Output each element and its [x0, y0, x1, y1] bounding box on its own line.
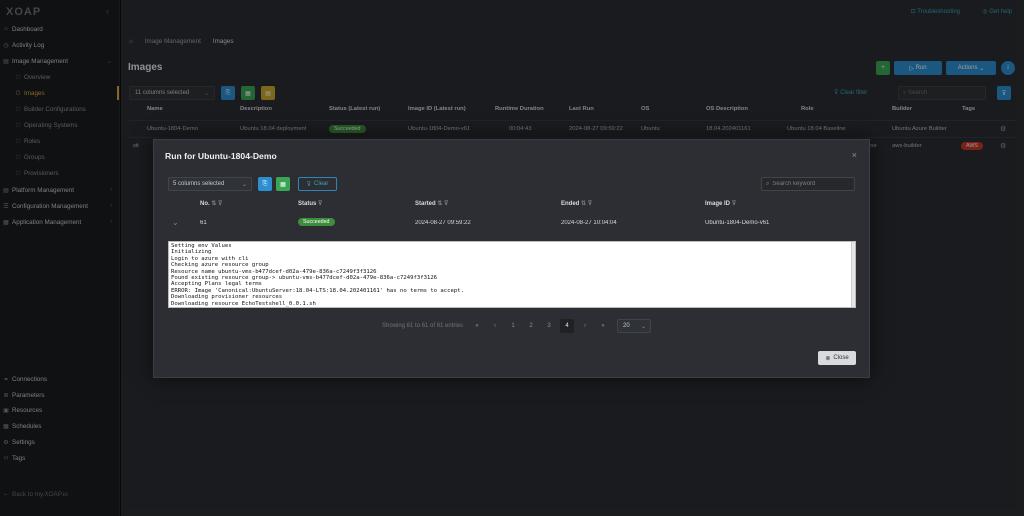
- cell-ended: 2024-08-27 10:04:04: [561, 220, 617, 226]
- modal-export-button[interactable]: ⎘: [258, 177, 272, 191]
- chevron-down-icon: ⌄: [640, 323, 646, 330]
- next-page-button[interactable]: ›: [578, 319, 592, 333]
- last-page-button[interactable]: »: [596, 319, 610, 333]
- log-text: Setting env Values Initializing Login to…: [171, 243, 464, 307]
- run-log-output[interactable]: Setting env Values Initializing Login to…: [168, 241, 856, 308]
- pagination-summary: Showing 61 to 61 of 61 entries: [382, 323, 464, 329]
- cell-image-id: Ubuntu-1804-Demo-v61: [705, 220, 770, 226]
- chevron-down-icon[interactable]: ⌄: [172, 218, 179, 227]
- cell-no: 61: [200, 220, 207, 226]
- first-page-button[interactable]: «: [470, 319, 484, 333]
- col-ended-label: Ended: [561, 201, 580, 207]
- sort-icon: ⇅: [581, 201, 587, 207]
- close-button[interactable]: ⊗ Close: [818, 351, 856, 365]
- modal-table-header: No. ⇅ ⊽ Status ⊽ Started ⇅ ⊽ Ended ⇅ ⊽ I…: [154, 200, 869, 212]
- cell-status: Succeeded: [298, 218, 335, 226]
- col-image-id[interactable]: Image ID ⊽: [705, 200, 736, 207]
- sort-icon: ⇅: [437, 201, 443, 207]
- filter-icon: ⊽: [587, 201, 593, 207]
- filter-icon: ⊽: [731, 201, 737, 207]
- col-no-label: No.: [200, 201, 210, 207]
- status-badge: Succeeded: [298, 218, 335, 226]
- sort-icon: ⇅: [211, 201, 217, 207]
- cell-started: 2024-08-27 09:59:22: [415, 220, 471, 226]
- col-status[interactable]: Status ⊽: [298, 200, 322, 207]
- page-size-value: 20: [623, 323, 630, 329]
- col-ended[interactable]: Ended ⇅ ⊽: [561, 200, 592, 207]
- close-label: Close: [833, 355, 849, 361]
- filter-icon: ⊽: [306, 181, 312, 188]
- modal-export-excel-button[interactable]: ▦: [276, 177, 290, 191]
- clear-label: Clear: [314, 181, 329, 187]
- search-icon: ⌕: [766, 180, 770, 187]
- close-circle-icon: ⊗: [825, 355, 831, 362]
- page-2-button[interactable]: 2: [524, 319, 538, 333]
- filter-icon: ⊽: [444, 201, 449, 207]
- page-4-button[interactable]: 4: [560, 319, 574, 333]
- modal-columns-select[interactable]: 5 columns selected ⌄: [168, 177, 252, 191]
- modal-search-input[interactable]: ⌕: [761, 177, 855, 191]
- page-size-select[interactable]: 20 ⌄: [617, 319, 651, 333]
- col-status-label: Status: [298, 201, 317, 207]
- prev-page-button[interactable]: ‹: [488, 319, 502, 333]
- close-icon[interactable]: ×: [852, 150, 857, 160]
- modal-clear-button[interactable]: ⊽ Clear: [298, 177, 337, 191]
- col-started[interactable]: Started ⇅ ⊽: [415, 200, 448, 207]
- filter-icon: ⊽: [218, 201, 223, 207]
- col-image-id-label: Image ID: [705, 201, 731, 207]
- col-started-label: Started: [415, 201, 436, 207]
- modal-title: Run for Ubuntu-1804-Demo: [165, 151, 277, 161]
- modal-table-row[interactable]: ⌄ 61 Succeeded 2024-08-27 09:59:22 2024-…: [154, 218, 869, 234]
- col-no[interactable]: No. ⇅ ⊽: [200, 200, 222, 207]
- columns-selected-value: 5 columns selected: [173, 181, 225, 187]
- filter-icon: ⊽: [318, 201, 323, 207]
- chevron-down-icon: ⌄: [241, 181, 247, 188]
- modal-search-field[interactable]: [772, 181, 849, 187]
- page-3-button[interactable]: 3: [542, 319, 556, 333]
- run-modal: Run for Ubuntu-1804-Demo × 5 columns sel…: [153, 139, 870, 378]
- log-scrollbar[interactable]: [851, 242, 855, 307]
- page-1-button[interactable]: 1: [506, 319, 520, 333]
